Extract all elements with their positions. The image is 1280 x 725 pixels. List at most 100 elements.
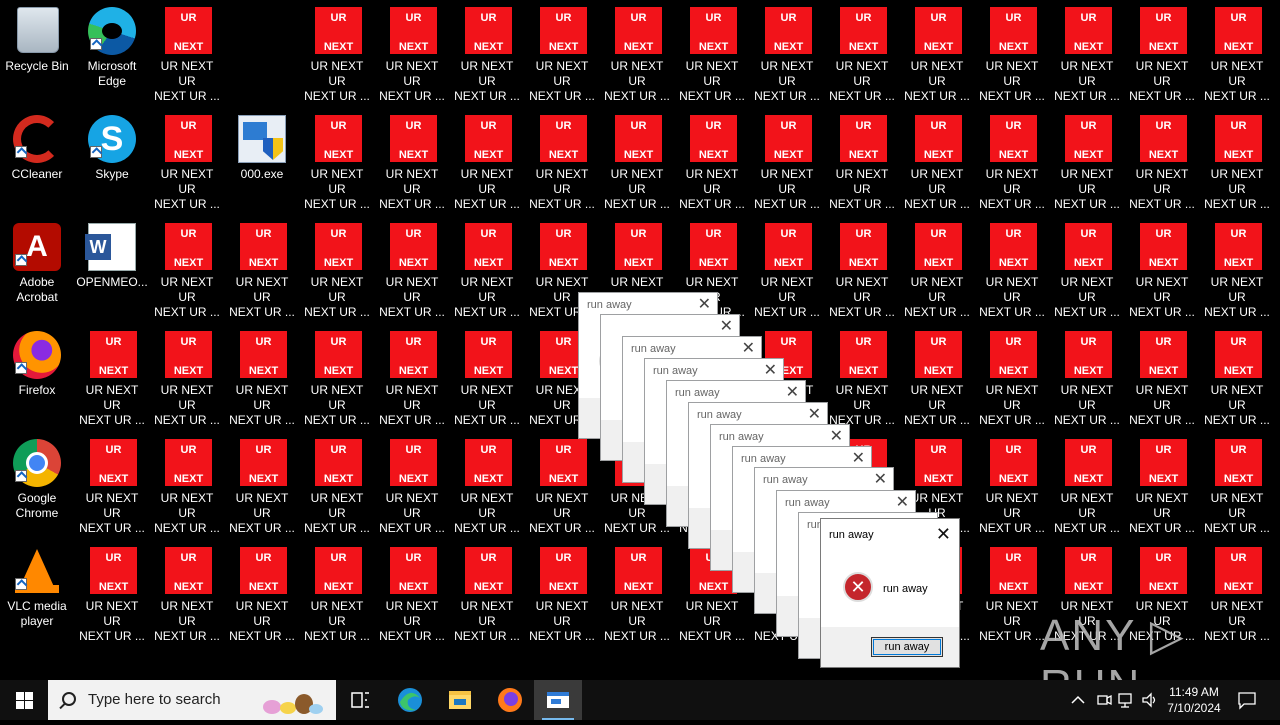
- error-dialog-front[interactable]: run away ✕ ✕ run away run away: [820, 518, 960, 668]
- desktop-icon-ur-next[interactable]: UR NEXT UR NEXT URNEXT UR ...: [1051, 218, 1123, 319]
- desktop-icon-ur-next[interactable]: UR NEXT UR NEXT URNEXT UR ...: [226, 542, 298, 643]
- desktop-icon-ur-next[interactable]: UR NEXT UR NEXT URNEXT UR ...: [901, 326, 973, 427]
- desktop-icon-ur-next[interactable]: UR NEXT UR NEXT URNEXT UR ...: [451, 110, 523, 211]
- desktop-icon-ur-next[interactable]: UR NEXT UR NEXT URNEXT UR ...: [751, 218, 823, 319]
- desktop-icon-ur-next[interactable]: UR NEXT UR NEXT URNEXT UR ...: [826, 218, 898, 319]
- desktop-icon-ur-next[interactable]: UR NEXT UR NEXT URNEXT UR ...: [376, 542, 448, 643]
- desktop-icon-ur-next[interactable]: UR NEXT UR NEXT URNEXT UR ...: [451, 434, 523, 535]
- desktop-icon-ur-next[interactable]: UR NEXT UR NEXT URNEXT UR ...: [1201, 326, 1273, 427]
- desktop-icon-ur-next[interactable]: UR NEXT UR NEXT URNEXT UR ...: [301, 218, 373, 319]
- desktop-icon-ur-next[interactable]: UR NEXT UR NEXT URNEXT UR ...: [151, 2, 223, 103]
- taskbar-clock[interactable]: 11:49 AM 7/10/2024: [1162, 684, 1226, 716]
- desktop-icon-ur-next[interactable]: UR NEXT UR NEXT URNEXT UR ...: [1201, 434, 1273, 535]
- desktop-icon-ur-next[interactable]: UR NEXT UR NEXT URNEXT UR ...: [376, 326, 448, 427]
- taskbar-file-explorer-button[interactable]: [436, 680, 484, 720]
- desktop-icon-ur-next[interactable]: UR NEXT UR NEXT URNEXT UR ...: [151, 542, 223, 643]
- volume-icon[interactable]: [1140, 690, 1160, 710]
- desktop-icon-microsoft-edge[interactable]: Microsoft Edge: [76, 2, 148, 102]
- desktop-icon-ur-next[interactable]: UR NEXT UR NEXT URNEXT UR ...: [976, 218, 1048, 319]
- desktop-icon-ur-next[interactable]: UR NEXT UR NEXT URNEXT UR ...: [1051, 434, 1123, 535]
- close-icon[interactable]: ✕: [874, 469, 887, 489]
- desktop-icon-skype[interactable]: S Skype: [76, 110, 148, 210]
- desktop-icon-ur-next[interactable]: UR NEXT UR NEXT URNEXT UR ...: [526, 434, 598, 535]
- close-icon[interactable]: ✕: [786, 382, 799, 402]
- desktop-icon-ur-next[interactable]: UR NEXT UR NEXT URNEXT UR ...: [826, 110, 898, 211]
- desktop-icon-ur-next[interactable]: UR NEXT UR NEXT URNEXT UR ...: [1126, 2, 1198, 103]
- desktop-icon-ur-next[interactable]: UR NEXT UR NEXT URNEXT UR ...: [1126, 434, 1198, 535]
- close-icon[interactable]: ✕: [764, 360, 777, 380]
- desktop-icon-recycle-bin[interactable]: Recycle Bin: [1, 2, 73, 102]
- close-icon[interactable]: ✕: [742, 338, 755, 358]
- desktop-icon-ur-next[interactable]: UR NEXT UR NEXT URNEXT UR ...: [1051, 326, 1123, 427]
- chevron-up-icon[interactable]: [1068, 692, 1088, 708]
- desktop-icon-ur-next[interactable]: UR NEXT UR NEXT URNEXT UR ...: [976, 2, 1048, 103]
- desktop-icon-ur-next[interactable]: UR NEXT UR NEXT URNEXT UR ...: [901, 2, 973, 103]
- desktop-icon-ur-next[interactable]: UR NEXT UR NEXT URNEXT UR ...: [976, 542, 1048, 643]
- desktop-icon-ur-next[interactable]: UR NEXT UR NEXT URNEXT UR ...: [301, 2, 373, 103]
- desktop-icon-vlc[interactable]: VLC media player: [1, 542, 73, 642]
- desktop-icon-ur-next[interactable]: UR NEXT UR NEXT URNEXT UR ...: [751, 110, 823, 211]
- desktop-icon-adobe-acrobat[interactable]: A Adobe Acrobat: [1, 218, 73, 318]
- desktop-icon-ur-next[interactable]: UR NEXT UR NEXT URNEXT UR ...: [1126, 110, 1198, 211]
- desktop-icon-ur-next[interactable]: UR NEXT UR NEXT URNEXT UR ...: [226, 218, 298, 319]
- desktop-icon-ur-next[interactable]: UR NEXT UR NEXT URNEXT UR ...: [76, 434, 148, 535]
- close-icon[interactable]: ✕: [720, 316, 733, 336]
- close-icon[interactable]: ✕: [698, 294, 711, 314]
- meet-now-icon[interactable]: [1094, 690, 1114, 710]
- desktop-icon-ur-next[interactable]: UR NEXT UR NEXT URNEXT UR ...: [76, 542, 148, 643]
- close-icon[interactable]: ✕: [936, 524, 951, 545]
- notification-center-icon[interactable]: [1236, 690, 1258, 710]
- desktop-icon-ur-next[interactable]: UR NEXT UR NEXT URNEXT UR ...: [976, 326, 1048, 427]
- desktop-icon-ur-next[interactable]: UR NEXT UR NEXT URNEXT UR ...: [601, 542, 673, 643]
- desktop-icon-ur-next[interactable]: UR NEXT UR NEXT URNEXT UR ...: [976, 110, 1048, 211]
- desktop-icon-ur-next[interactable]: UR NEXT UR NEXT URNEXT UR ...: [601, 2, 673, 103]
- close-icon[interactable]: ✕: [896, 492, 909, 512]
- desktop-icon-google-chrome[interactable]: Google Chrome: [1, 434, 73, 534]
- taskbar-edge-button[interactable]: [386, 680, 434, 720]
- desktop-icon-ur-next[interactable]: UR NEXT UR NEXT URNEXT UR ...: [151, 434, 223, 535]
- desktop-icon-ur-next[interactable]: UR NEXT UR NEXT URNEXT UR ...: [826, 2, 898, 103]
- desktop-icon-ur-next[interactable]: UR NEXT UR NEXT URNEXT UR ...: [1201, 2, 1273, 103]
- desktop-icon-ur-next[interactable]: UR NEXT UR NEXT URNEXT UR ...: [1051, 2, 1123, 103]
- desktop-icon-ur-next[interactable]: UR NEXT UR NEXT URNEXT UR ...: [826, 326, 898, 427]
- close-icon[interactable]: ✕: [852, 448, 865, 468]
- desktop-icon-firefox[interactable]: Firefox: [1, 326, 73, 426]
- desktop-icon-ur-next[interactable]: UR NEXT UR NEXT URNEXT UR ...: [451, 326, 523, 427]
- desktop-icon-ur-next[interactable]: UR NEXT UR NEXT URNEXT UR ...: [301, 542, 373, 643]
- desktop-icon-ur-next[interactable]: UR NEXT UR NEXT URNEXT UR ...: [376, 2, 448, 103]
- task-view-button[interactable]: [336, 680, 384, 720]
- close-icon[interactable]: ✕: [808, 404, 821, 424]
- desktop-icon-ur-next[interactable]: UR NEXT UR NEXT URNEXT UR ...: [151, 110, 223, 211]
- start-button[interactable]: [0, 680, 48, 720]
- taskbar-search-box[interactable]: Type here to search: [48, 680, 336, 720]
- desktop-icon-000-exe[interactable]: 000.exe: [226, 110, 298, 210]
- desktop-icon-ur-next[interactable]: UR NEXT UR NEXT URNEXT UR ...: [376, 218, 448, 319]
- desktop-icon-ur-next[interactable]: UR NEXT UR NEXT URNEXT UR ...: [526, 2, 598, 103]
- desktop-icon-ur-next[interactable]: UR NEXT UR NEXT URNEXT UR ...: [1201, 110, 1273, 211]
- taskbar-firefox-button[interactable]: [486, 680, 534, 720]
- desktop-icon-ur-next[interactable]: UR NEXT UR NEXT URNEXT UR ...: [601, 110, 673, 211]
- desktop-icon-ur-next[interactable]: UR NEXT UR NEXT URNEXT UR ...: [976, 434, 1048, 535]
- desktop-icon-ur-next[interactable]: UR NEXT UR NEXT URNEXT UR ...: [1201, 218, 1273, 319]
- desktop-icon-ur-next[interactable]: UR NEXT UR NEXT URNEXT UR ...: [676, 2, 748, 103]
- desktop-icon-ur-next[interactable]: UR NEXT UR NEXT URNEXT UR ...: [376, 110, 448, 211]
- desktop-icon-ur-next[interactable]: UR NEXT UR NEXT URNEXT UR ...: [751, 2, 823, 103]
- desktop-icon-ur-next[interactable]: UR NEXT UR NEXT URNEXT UR ...: [301, 110, 373, 211]
- desktop-icon-ur-next[interactable]: UR NEXT UR NEXT URNEXT UR ...: [1126, 218, 1198, 319]
- desktop-icon-ccleaner[interactable]: CCleaner: [1, 110, 73, 210]
- desktop-icon-ur-next[interactable]: UR NEXT UR NEXT URNEXT UR ...: [1051, 110, 1123, 211]
- run-away-button[interactable]: run away: [871, 637, 943, 657]
- desktop-icon-openmeo[interactable]: OPENMEO...: [76, 218, 148, 318]
- desktop-icon-ur-next[interactable]: UR NEXT UR NEXT URNEXT UR ...: [301, 326, 373, 427]
- close-icon[interactable]: ✕: [830, 426, 843, 446]
- desktop-icon-ur-next[interactable]: UR NEXT UR NEXT URNEXT UR ...: [526, 542, 598, 643]
- desktop-icon-ur-next[interactable]: UR NEXT UR NEXT URNEXT UR ...: [901, 110, 973, 211]
- desktop-icon-ur-next[interactable]: UR NEXT UR NEXT URNEXT UR ...: [226, 326, 298, 427]
- desktop-icon-ur-next[interactable]: UR NEXT UR NEXT URNEXT UR ...: [676, 110, 748, 211]
- desktop-icon-ur-next[interactable]: UR NEXT UR NEXT URNEXT UR ...: [301, 434, 373, 535]
- network-icon[interactable]: [1116, 690, 1136, 710]
- desktop-icon-ur-next[interactable]: UR NEXT UR NEXT URNEXT UR ...: [901, 218, 973, 319]
- desktop-icon-ur-next[interactable]: UR NEXT UR NEXT URNEXT UR ...: [451, 218, 523, 319]
- desktop-icon-ur-next[interactable]: UR NEXT UR NEXT URNEXT UR ...: [226, 434, 298, 535]
- desktop-icon-ur-next[interactable]: UR NEXT UR NEXT URNEXT UR ...: [451, 2, 523, 103]
